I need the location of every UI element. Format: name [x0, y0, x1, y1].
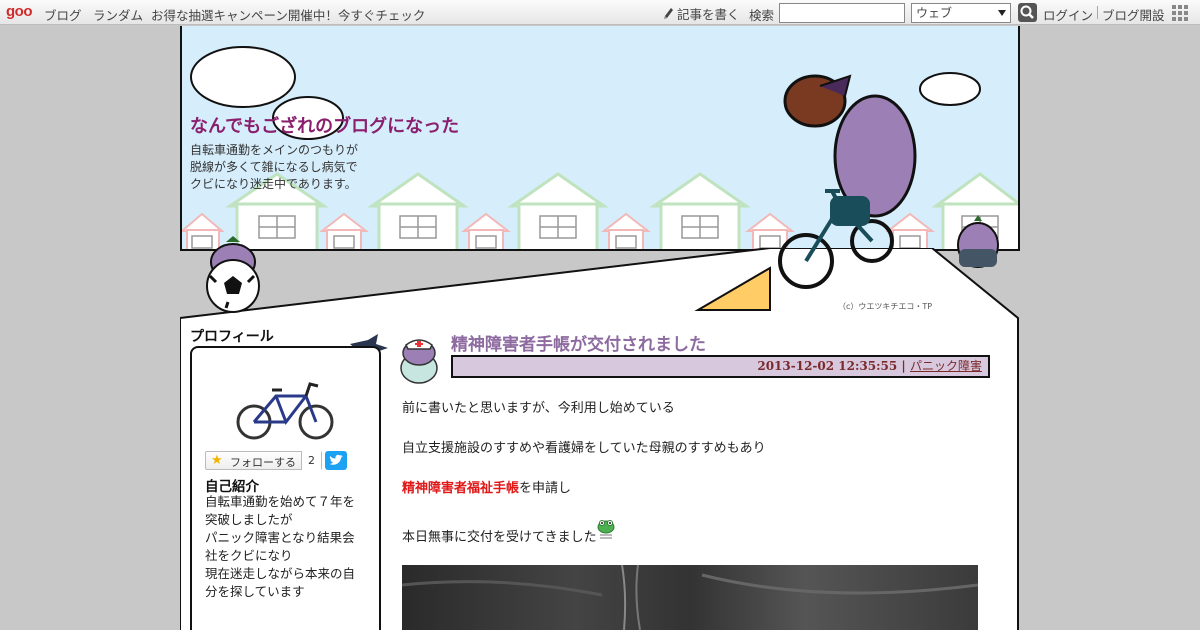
self-intro-line: 社をクビになり	[205, 548, 293, 563]
article-paragraph: 自立支援施設のすすめや看護婦をしていた母親のすすめもあり	[402, 441, 766, 456]
article-paragraph-rest: を申請し	[519, 481, 572, 496]
sitting-mascot-illustration	[957, 215, 999, 268]
blog-description: 自転車通勤をメインのつもりが 脱線が多くて雑になるし病気で クビになり迷走中であ…	[190, 142, 390, 193]
bicycle-photo	[236, 382, 334, 440]
self-intro-line: 自転車通勤を始めて７年を	[205, 494, 356, 509]
write-post-label: 記事を書く	[677, 7, 740, 22]
self-intro-line: 現在迷走しながら本来の自	[205, 566, 356, 581]
highlighted-term: 精神障害者福祉手帳	[402, 481, 520, 496]
chevron-down-icon	[998, 10, 1006, 16]
top-toolbar: goo ブログ ランダム お得な抽選キャンペーン開催中！今すぐチェック 記事を書…	[0, 0, 1200, 25]
star-icon: ★	[211, 453, 223, 468]
self-intro-line: パニック障害となり結果会	[205, 530, 355, 545]
soccer-mascot-illustration	[206, 236, 260, 313]
header-copyright: （c）ウエツキチエコ・TP	[838, 302, 933, 311]
frog-emoji-icon	[597, 520, 615, 539]
nav-blog-link[interactable]: ブログ	[44, 5, 82, 24]
follow-button[interactable]: ★ フォローする 2	[205, 451, 322, 470]
cyclist-mascot-illustration	[778, 74, 917, 289]
nav-random-link[interactable]: ランダム	[93, 5, 143, 24]
search-scope-value: ウェブ	[916, 6, 953, 20]
blog-title[interactable]: なんでもござれのブログになった	[190, 112, 459, 138]
article-photo[interactable]	[402, 565, 978, 630]
article-paragraph: 前に書いたと思いますが、今利用し始めている	[402, 401, 675, 416]
open-blog-link[interactable]: ブログ開設	[1102, 5, 1165, 24]
article-date: 2013-12-02 12:35:55	[757, 359, 898, 373]
article-category-link[interactable]: パニック障害	[910, 359, 982, 373]
login-link[interactable]: ログイン	[1043, 5, 1093, 24]
blog-description-line: 脱線が多くて雑になるし病気で	[190, 160, 358, 174]
profile-heading: プロフィール	[190, 329, 274, 345]
follower-count: 2	[301, 451, 321, 470]
self-intro-heading: 自己紹介	[205, 479, 259, 495]
self-intro-text: 自転車通勤を始めて７年を 突破しましたが パニック障害となり結果会 社をクビにな…	[205, 493, 367, 601]
blog-description-line: 自転車通勤をメインのつもりが	[190, 143, 359, 157]
meta-separator: |	[897, 359, 910, 373]
follow-label: フォローする	[230, 456, 296, 469]
twitter-bird-icon	[329, 454, 343, 465]
toolbar-divider	[1097, 6, 1098, 19]
nav-campaign-link[interactable]: お得な抽選キャンペーン開催中！今すぐチェック	[151, 5, 425, 24]
article-meta-bar: 2013-12-02 12:35:55 | パニック障害	[451, 355, 990, 378]
article-paragraph: 本日無事に交付を受けてきました	[402, 530, 597, 545]
self-intro-line: 突破しましたが	[205, 512, 293, 527]
search-label: 検索	[749, 8, 775, 23]
pencil-icon	[664, 8, 673, 19]
search-input[interactable]	[779, 3, 905, 23]
search-button[interactable]	[1018, 3, 1037, 22]
goo-logo[interactable]: goo	[6, 3, 33, 20]
write-post-link[interactable]: 記事を書く	[662, 4, 740, 23]
search-scope-select[interactable]: ウェブ	[911, 3, 1011, 23]
article-title[interactable]: 精神障害者手帳が交付されました	[451, 330, 706, 355]
twitter-share-button[interactable]	[325, 451, 347, 470]
blog-description-line: クビになり迷走中であります。	[190, 177, 357, 191]
apps-grid-icon[interactable]	[1172, 5, 1188, 21]
search-icon	[1020, 5, 1034, 19]
self-intro-line: 分を探しています	[205, 584, 305, 599]
nurse-mascot-icon	[400, 339, 438, 384]
article-paragraph: 精神障害者福祉手帳を申請し	[402, 477, 571, 496]
photo-content	[402, 565, 978, 630]
